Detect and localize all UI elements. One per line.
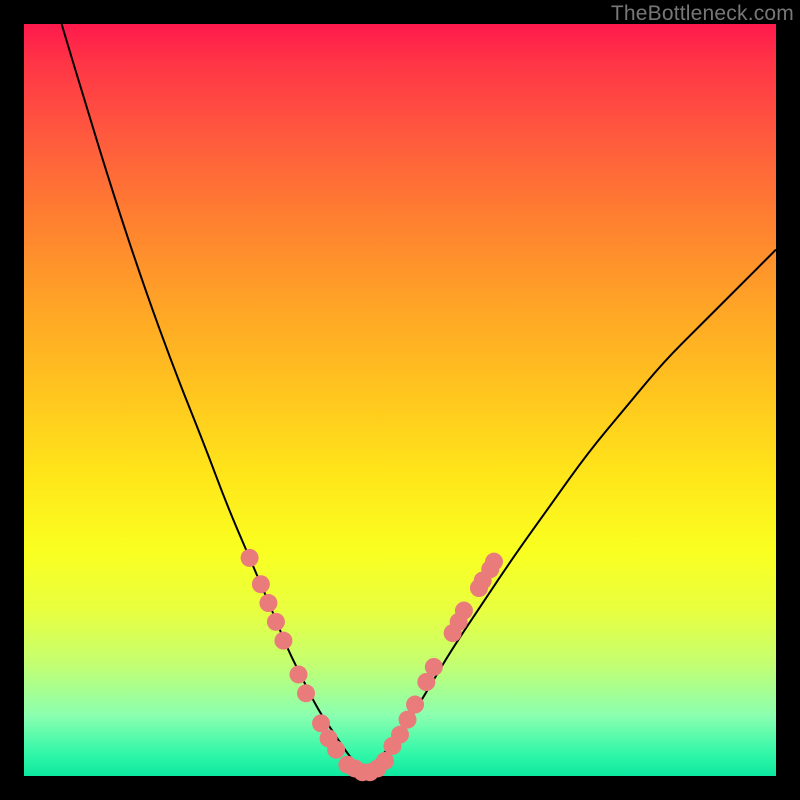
chart-svg bbox=[24, 24, 776, 776]
data-point bbox=[267, 613, 285, 631]
curve-left-branch bbox=[62, 24, 363, 772]
data-point bbox=[297, 684, 315, 702]
watermark-text: TheBottleneck.com bbox=[611, 2, 794, 26]
data-point bbox=[455, 602, 473, 620]
chart-frame bbox=[24, 24, 776, 776]
data-point bbox=[259, 594, 277, 612]
data-point bbox=[289, 665, 307, 683]
data-point bbox=[241, 549, 259, 567]
data-points-group bbox=[241, 549, 503, 781]
curve-right-branch bbox=[362, 250, 776, 773]
data-point bbox=[252, 575, 270, 593]
data-point bbox=[406, 696, 424, 714]
data-point bbox=[485, 553, 503, 571]
data-point bbox=[327, 741, 345, 759]
data-point bbox=[274, 632, 292, 650]
data-point bbox=[425, 658, 443, 676]
